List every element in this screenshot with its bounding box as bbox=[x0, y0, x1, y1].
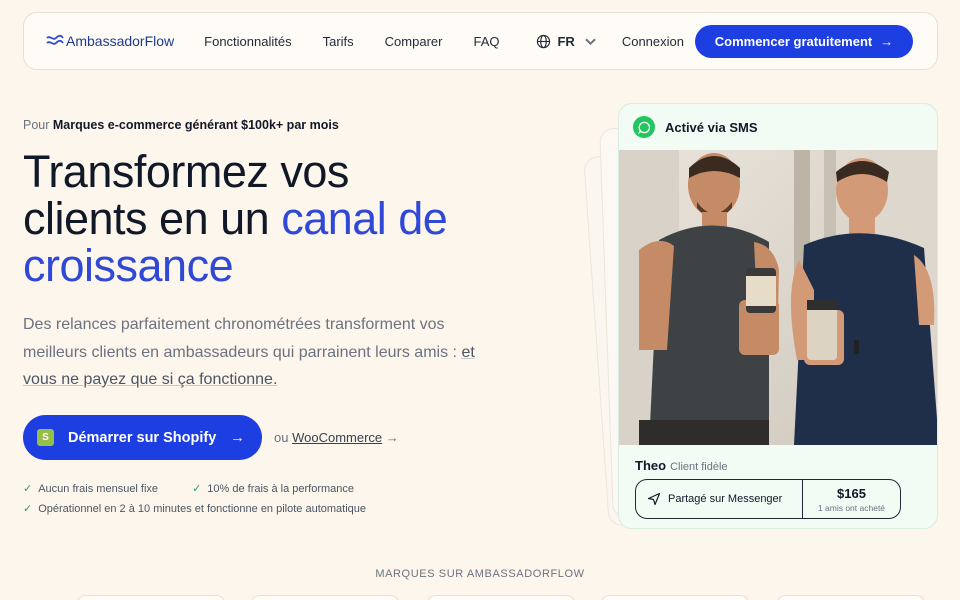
arrow-right-icon: → bbox=[385, 430, 399, 445]
check-item: ✓ Aucun frais mensuel fixe bbox=[23, 482, 159, 496]
headline-accent-2: croissance bbox=[23, 240, 234, 291]
check-item: ✓ Opérationnel en 2 à 10 minutes et fonc… bbox=[23, 502, 367, 516]
check-icon: ✓ bbox=[192, 483, 202, 495]
audience-target: Marques e-commerce générant $100k+ par m… bbox=[52, 118, 339, 132]
brand-logo bbox=[250, 595, 400, 600]
audience-prefix: Pour bbox=[23, 118, 50, 132]
chevron-down-icon bbox=[585, 38, 596, 45]
check-text: 10% de frais à la performance bbox=[207, 482, 355, 495]
brand-logo bbox=[76, 595, 226, 600]
brand-logo bbox=[426, 595, 576, 600]
check-icon: ✓ bbox=[23, 483, 33, 495]
audience-tagline: Pour Marques e-commerce générant $100k+ … bbox=[23, 118, 339, 132]
nav-link-features[interactable]: Fonctionnalités bbox=[204, 34, 291, 49]
shopify-start-button[interactable]: S Démarrer sur Shopify → bbox=[23, 415, 262, 460]
logo-text: AmbassadorFlow bbox=[66, 33, 175, 49]
share-stats-box: Partagé sur Messenger $165 1 amis ont ac… bbox=[635, 479, 901, 519]
feature-checklist: ✓ Aucun frais mensuel fixe ✓ 10% de frai… bbox=[23, 482, 366, 522]
card-header: Activé via SMS bbox=[619, 104, 937, 150]
check-item: ✓ 10% de frais à la performance bbox=[192, 482, 355, 496]
headline-line-1: Transformez vos bbox=[23, 146, 349, 197]
language-code: FR bbox=[557, 33, 575, 49]
shopify-start-label: Démarrer sur Shopify bbox=[68, 429, 217, 446]
referral-earnings: $165 1 amis ont acheté bbox=[803, 480, 900, 518]
arrow-right-icon: → bbox=[230, 429, 245, 446]
hero-subtext: Des relances parfaitement chronométrées … bbox=[23, 311, 483, 394]
nav-link-faq[interactable]: FAQ bbox=[473, 34, 499, 49]
headline-line-2: clients en un bbox=[23, 193, 270, 244]
earnings-subtext: 1 amis ont acheté bbox=[817, 502, 886, 513]
globe-icon bbox=[537, 34, 551, 48]
language-selector[interactable]: FR bbox=[536, 34, 597, 49]
referral-card: Activé via SMS Theo Client fidèle Partag… bbox=[618, 103, 938, 529]
channel-label: Activé via SMS bbox=[665, 119, 758, 135]
check-text: Opérationnel en 2 à 10 minutes et foncti… bbox=[38, 502, 367, 515]
brands-heading: MARQUES SUR AMBASSADORFLOW bbox=[375, 568, 585, 580]
alt-prefix: ou bbox=[274, 430, 289, 445]
woocommerce-link[interactable]: WooCommerce bbox=[292, 430, 382, 445]
customer-name: Theo bbox=[635, 458, 667, 473]
customer-role: Client fidèle bbox=[670, 461, 728, 473]
chat-bubble-icon bbox=[633, 116, 655, 138]
woocommerce-alt: ou WooCommerce → bbox=[274, 430, 399, 445]
send-icon bbox=[647, 492, 661, 506]
customer-name-row: Theo Client fidèle bbox=[635, 458, 728, 473]
shopify-bag-icon: S bbox=[37, 429, 54, 446]
top-navbar: AmbassadorFlow Fonctionnalités Tarifs Co… bbox=[23, 12, 938, 70]
brand-logo bbox=[600, 595, 750, 600]
share-channel: Partagé sur Messenger bbox=[636, 480, 803, 518]
nav-links: Fonctionnalités Tarifs Comparer FAQ bbox=[204, 34, 530, 49]
start-free-button[interactable]: Commencer gratuitement → bbox=[694, 24, 913, 58]
share-label: Partagé sur Messenger bbox=[668, 493, 783, 505]
brand-logo bbox=[776, 595, 926, 600]
check-text: Aucun frais mensuel fixe bbox=[38, 482, 159, 495]
logo[interactable]: AmbassadorFlow bbox=[46, 33, 174, 49]
hero-headline: Transformez vos clients en un canal de c… bbox=[23, 148, 493, 289]
arrow-right-icon: → bbox=[880, 33, 894, 49]
customer-photo bbox=[619, 150, 937, 445]
earnings-amount: $165 bbox=[837, 485, 866, 501]
start-free-label: Commencer gratuitement bbox=[714, 33, 873, 49]
nav-link-pricing[interactable]: Tarifs bbox=[323, 34, 354, 49]
subtext-body: Des relances parfaitement chronométrées … bbox=[23, 316, 457, 361]
nav-link-compare[interactable]: Comparer bbox=[385, 34, 443, 49]
check-icon: ✓ bbox=[23, 503, 33, 515]
headline-accent-1: canal de bbox=[281, 193, 448, 244]
logo-waves-icon bbox=[46, 34, 64, 45]
login-link[interactable]: Connexion bbox=[622, 34, 684, 49]
